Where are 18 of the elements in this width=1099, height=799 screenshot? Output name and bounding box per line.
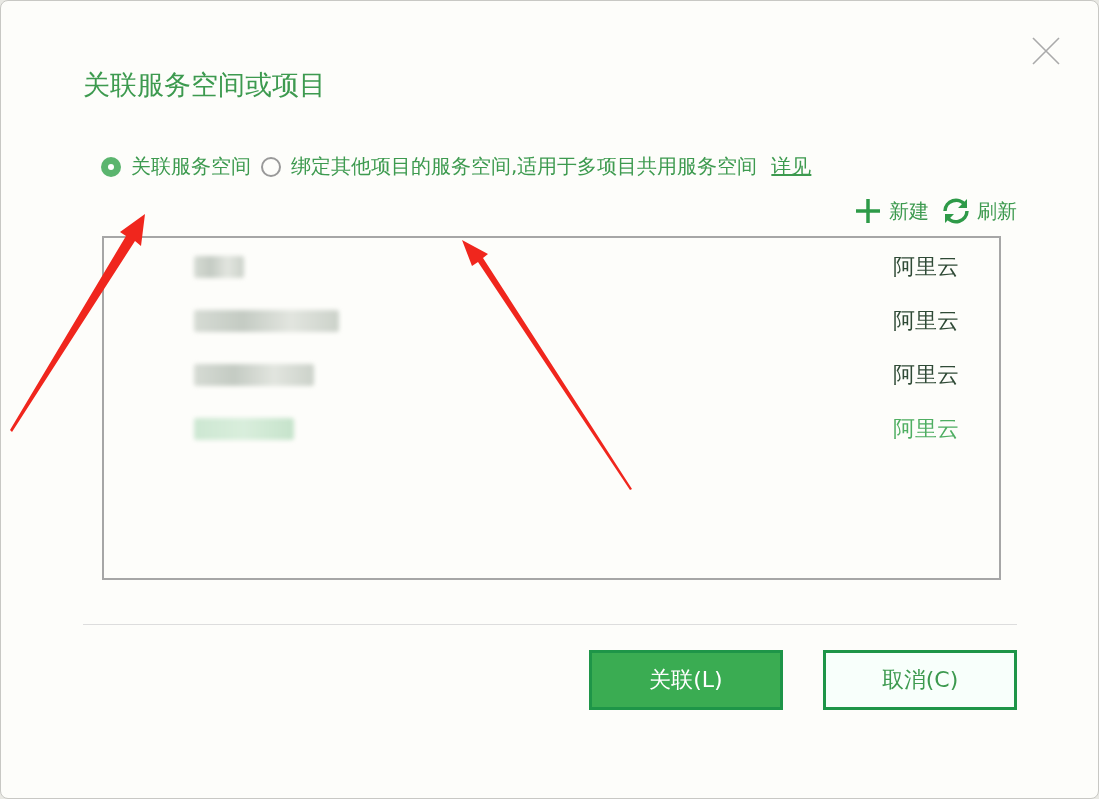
provider-label[interactable]: 阿里云: [893, 414, 959, 444]
refresh-button[interactable]: 刷新: [977, 197, 1017, 225]
link-button[interactable]: 关联(L): [589, 650, 783, 710]
plus-icon: [853, 196, 883, 226]
radio-button[interactable]: [101, 156, 121, 177]
provider-label[interactable]: 阿里云: [893, 360, 959, 390]
radio-label[interactable]: 绑定其他项目的服务空间,适用于多项目共用服务空间: [291, 153, 758, 180]
redacted-name: [194, 256, 244, 278]
dialog-title: 关联服务空间或项目: [83, 68, 327, 102]
provider-label[interactable]: 阿里云: [893, 252, 959, 282]
details-link[interactable]: 详见: [771, 153, 812, 180]
close-icon[interactable]: [1032, 37, 1060, 65]
new-button[interactable]: 新建: [889, 197, 929, 225]
refresh-icon: [941, 196, 971, 226]
provider-label[interactable]: 阿里云: [893, 306, 959, 336]
radio-label[interactable]: 关联服务空间: [131, 153, 251, 180]
cancel-button[interactable]: 取消(C): [823, 650, 1017, 710]
radio-button[interactable]: [261, 156, 281, 177]
